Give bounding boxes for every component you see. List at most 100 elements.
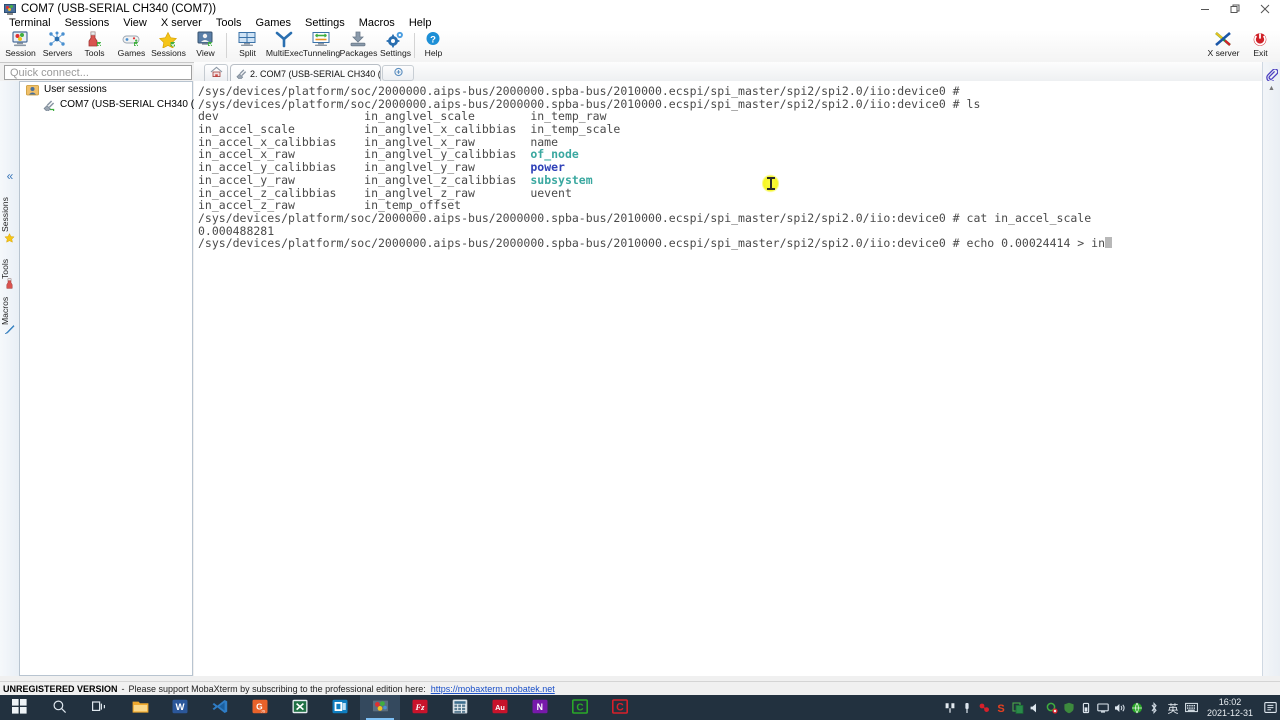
tree-item-label: User sessions	[44, 84, 107, 95]
taskbar-app-file-explorer[interactable]	[120, 695, 160, 720]
tree-item-user-sessions[interactable]: User sessions	[20, 82, 192, 97]
serial-plug-icon	[235, 68, 247, 80]
notifications-icon[interactable]	[1260, 695, 1280, 720]
windows-start-icon	[11, 699, 29, 716]
packages-icon	[347, 31, 371, 48]
clock-date: 2021-12-31	[1206, 707, 1253, 718]
paperclip-icon[interactable]	[1266, 68, 1279, 83]
menu-macros[interactable]: Macros	[352, 17, 402, 30]
games-icon	[120, 31, 144, 48]
tray-battery-icon[interactable]	[1078, 695, 1095, 720]
toolbar-button-xserver[interactable]: X server	[1205, 30, 1242, 61]
taskbar-app-vscode[interactable]	[200, 695, 240, 720]
tray-keyboard-icon[interactable]	[1183, 695, 1200, 720]
menu-xserver[interactable]: X server	[154, 17, 209, 30]
mobaxterm-logo-icon	[4, 3, 17, 15]
toolbar-button-view[interactable]: View	[187, 30, 224, 61]
toolbar-button-sessions[interactable]: Sessions	[150, 30, 187, 61]
toolbar-label: Tools	[84, 48, 105, 58]
start-button[interactable]	[0, 695, 40, 720]
taskbar-search-button[interactable]	[40, 695, 80, 720]
taskbar-app-onenote[interactable]: N	[520, 695, 560, 720]
exit-power-icon	[1249, 31, 1273, 48]
toolbar-button-games[interactable]: Games	[113, 30, 150, 61]
new-tab-button[interactable]	[382, 65, 414, 81]
tray-sync-error-icon[interactable]	[1044, 695, 1061, 720]
tray-s-icon[interactable]: S	[993, 695, 1010, 720]
tab-com7[interactable]: 2. COM7 (USB-SERIAL CH340 (CO	[230, 64, 381, 82]
tray-globe-icon[interactable]	[1129, 695, 1146, 720]
toolbar-button-packages[interactable]: Packages	[340, 30, 377, 61]
toolbar-button-multiexec[interactable]: MultiExec	[266, 30, 303, 61]
toolbar-button-tools[interactable]: Tools	[76, 30, 113, 61]
menu-sessions[interactable]: Sessions	[58, 17, 117, 30]
tools-icon	[83, 31, 107, 48]
toolbar-label: X server	[1207, 48, 1240, 58]
tree-item-com7[interactable]: COM7 (USB-SERIAL CH340 (COM7))	[20, 97, 230, 113]
toolbar-label: Packages	[339, 48, 378, 58]
split-icon	[236, 31, 260, 48]
close-button[interactable]	[1250, 0, 1280, 17]
toolbar-button-split[interactable]: Split	[229, 30, 266, 61]
svg-text:C: C	[576, 702, 583, 713]
toolbar-button-exit[interactable]: Exit	[1242, 30, 1279, 61]
task-view-button[interactable]	[80, 695, 120, 720]
toolbar-button-help[interactable]: ? Help	[415, 30, 452, 61]
taskbar-app-keil[interactable]: C	[600, 695, 640, 720]
menubar: Terminal Sessions View X server Tools Ga…	[0, 17, 1280, 30]
tray-volume-small-icon[interactable]	[1027, 695, 1044, 720]
tab-strip: 2. COM7 (USB-SERIAL CH340 (CO	[194, 62, 1262, 82]
tray-shield-icon[interactable]	[1061, 695, 1078, 720]
taskbar-app-audition[interactable]: Au	[480, 695, 520, 720]
tray-bluetooth-icon[interactable]	[1146, 695, 1163, 720]
taskbar-app-word[interactable]: W	[160, 695, 200, 720]
terminal-line: /sys/devices/platform/soc/2000000.aips-b…	[198, 84, 967, 98]
taskbar-app-outlook[interactable]	[320, 695, 360, 720]
menu-tools[interactable]: Tools	[209, 17, 249, 30]
toolbar-button-servers[interactable]: Servers	[39, 30, 76, 61]
taskbar-app-excel[interactable]	[280, 695, 320, 720]
menu-terminal[interactable]: Terminal	[2, 17, 58, 30]
toolbar-button-settings[interactable]: Settings	[377, 30, 414, 61]
taskbar-app-cubesuite[interactable]: C	[560, 695, 600, 720]
quick-connect-input[interactable]: Quick connect...	[4, 65, 192, 80]
tray-pin-icon[interactable]	[942, 695, 959, 720]
menu-view[interactable]: View	[116, 17, 154, 30]
taskbar-clock[interactable]: 16:02 2021-12-31	[1200, 697, 1260, 719]
maximize-button[interactable]	[1220, 0, 1250, 17]
tray-copy-icon[interactable]	[1010, 695, 1027, 720]
chevron-double-left-icon[interactable]: «	[3, 169, 17, 183]
minimize-button[interactable]	[1190, 0, 1220, 17]
sessions-star-icon	[157, 31, 181, 49]
toolbar-button-session[interactable]: Session	[2, 30, 39, 61]
taskbar-app-calculator[interactable]	[440, 695, 480, 720]
rail-tab-label: Sessions	[0, 197, 10, 233]
menu-settings[interactable]: Settings	[298, 17, 352, 30]
tray-ime-cn-icon[interactable]: 英	[1163, 695, 1183, 720]
mobatek-link[interactable]: https://mobaxterm.mobatek.net	[431, 684, 555, 694]
quick-connect-placeholder: Quick connect...	[10, 67, 89, 79]
minimize-icon	[1201, 8, 1209, 10]
window-title: COM7 (USB-SERIAL CH340 (COM7))	[21, 2, 217, 15]
terminal-line: in_accel_z_raw in_temp_offset	[198, 198, 531, 213]
home-tab[interactable]	[204, 64, 228, 81]
toolbar-label: Help	[424, 48, 443, 58]
tunneling-icon	[310, 31, 334, 48]
rail-tab-label: Macros	[0, 296, 10, 326]
terminal-line: in_accel_y_calibbias in_anglvel_y_raw po…	[198, 160, 565, 175]
tray-usb-icon[interactable]	[959, 695, 976, 720]
toolbar-button-tunneling[interactable]: Tunneling	[303, 30, 340, 61]
terminal-output[interactable]: /sys/devices/platform/soc/2000000.aips-b…	[194, 81, 1262, 676]
view-icon	[194, 31, 218, 48]
tray-network-alert-icon[interactable]	[976, 695, 993, 720]
tray-speaker-icon[interactable]	[1112, 695, 1129, 720]
menu-games[interactable]: Games	[249, 17, 298, 30]
tray-display-icon[interactable]	[1095, 695, 1112, 720]
taskbar-app-gitk[interactable]: G JS	[240, 695, 280, 720]
toolbar-label: MultiExec	[265, 48, 304, 58]
taskbar-app-filezilla[interactable]: Fz	[400, 695, 440, 720]
vscode-icon	[212, 699, 229, 716]
scroll-up-icon[interactable]: ▲	[1268, 85, 1275, 92]
taskbar-app-mobaxterm[interactable]	[360, 695, 400, 720]
menu-help[interactable]: Help	[402, 17, 439, 30]
